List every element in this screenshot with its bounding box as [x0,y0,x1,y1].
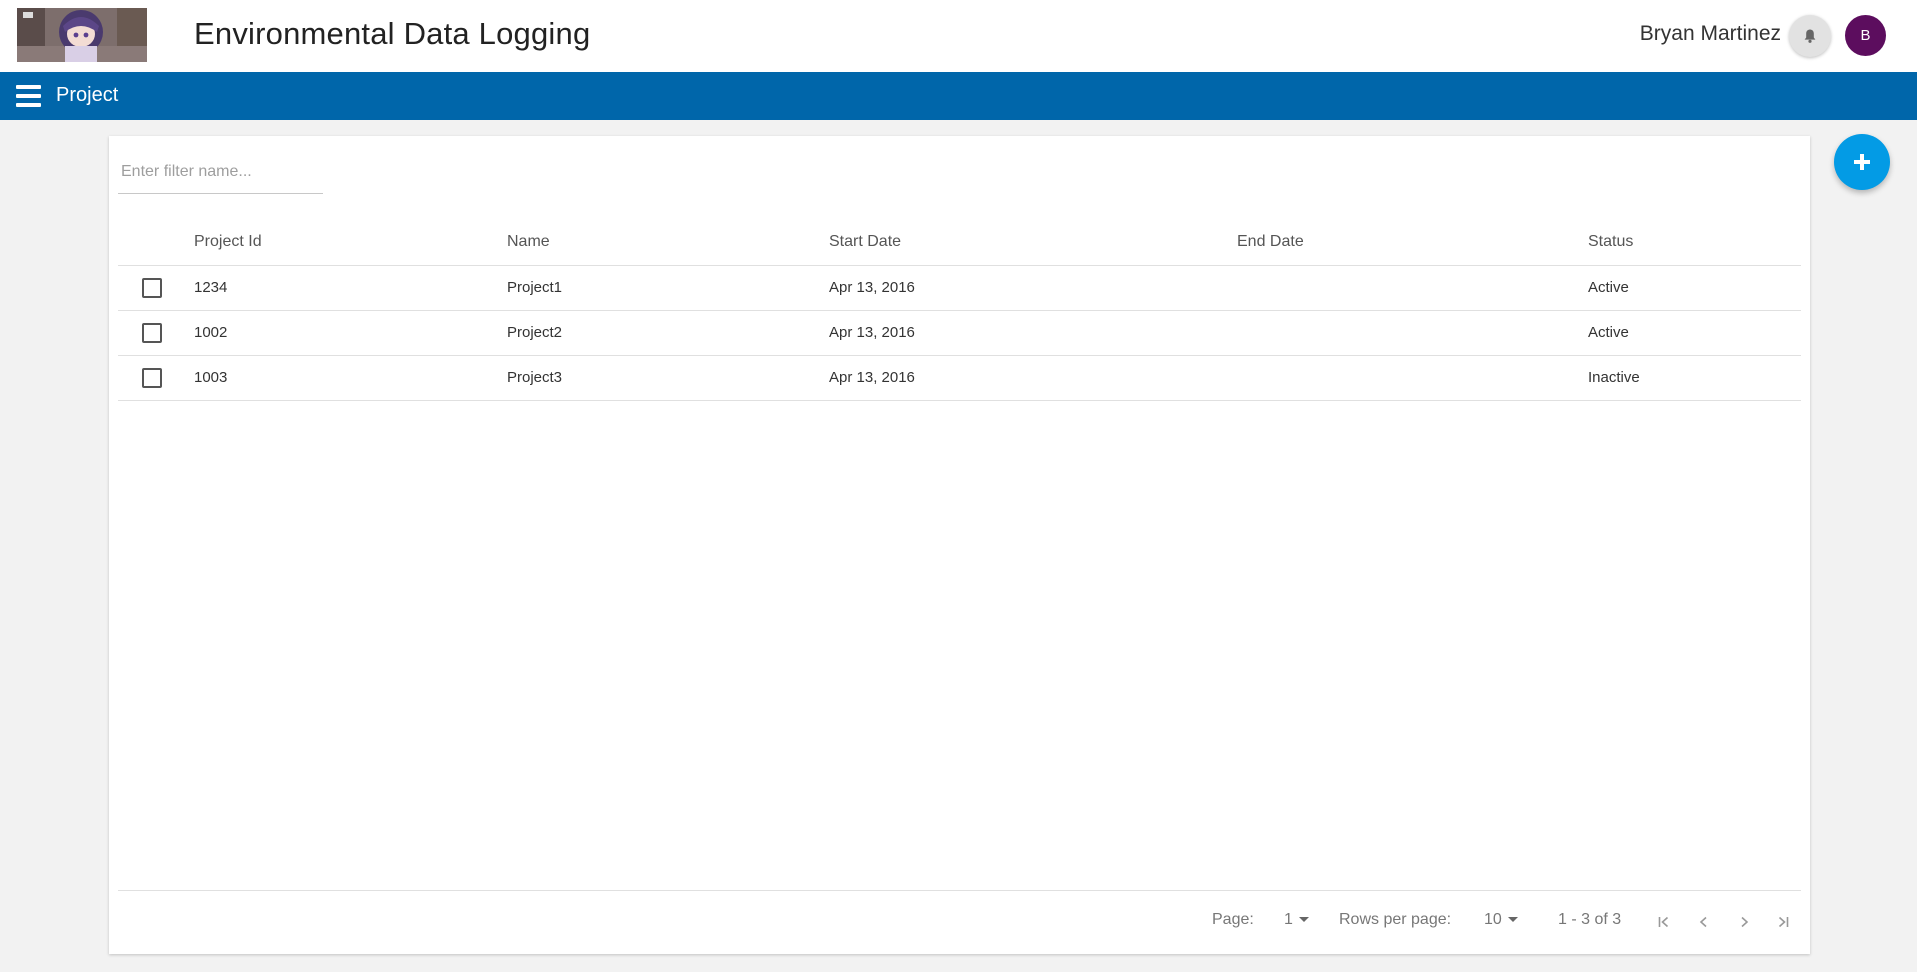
caret-down-icon [1507,917,1518,923]
notifications-button[interactable] [1789,15,1831,57]
app-title: Environmental Data Logging [194,16,591,51]
user-name: Bryan Martinez [1639,22,1781,45]
column-header-end-date[interactable]: End Date [1237,233,1304,251]
cell-project-id: 1002 [194,324,228,341]
table-row[interactable]: 1002 Project2 Apr 13, 2016 Active [118,311,1801,356]
page-select-value: 1 [1284,911,1293,928]
column-header-project-id[interactable]: Project Id [194,233,262,251]
chevron-right-icon [1741,916,1749,928]
column-header-name[interactable]: Name [507,233,550,251]
last-page-icon [1778,916,1789,928]
column-header-status[interactable]: Status [1588,233,1633,251]
row-checkbox[interactable] [142,278,162,298]
cell-name: Project3 [507,369,563,386]
rows-per-page-label: Rows per page: [1339,911,1452,928]
chevron-left-icon [1699,916,1707,928]
cell-status: Inactive [1588,369,1640,386]
projects-card: Project Id Name Start Date End Date Stat… [109,136,1810,954]
cell-start-date: Apr 13, 2016 [829,369,915,386]
top-header: Environmental Data Logging Bryan Martine… [0,0,1917,72]
row-checkbox[interactable] [142,368,162,388]
rows-per-page-select[interactable]: 10 [1484,911,1518,929]
range-text: 1 - 3 of 3 [1558,911,1622,928]
first-page-button[interactable] [1651,909,1677,935]
avatar[interactable]: B [1845,15,1886,56]
caret-down-icon [1298,917,1309,923]
table-header: Project Id Name Start Date End Date Stat… [118,220,1801,266]
table-pagination: Page: 1 Rows per page: 10 1 - 3 of 3 [118,890,1801,954]
cell-start-date: Apr 13, 2016 [829,279,915,296]
last-page-button[interactable] [1770,909,1796,935]
navigation-bar: Project [0,72,1917,120]
plus-icon [1854,154,1870,170]
next-page-button[interactable] [1731,909,1757,935]
cell-status: Active [1588,324,1629,341]
hamburger-menu-icon[interactable] [16,85,41,107]
cell-status: Active [1588,279,1629,296]
rows-per-page-value: 10 [1484,911,1502,928]
cell-project-id: 1234 [194,279,228,296]
add-project-button[interactable] [1834,134,1890,190]
row-checkbox[interactable] [142,323,162,343]
filter-input[interactable] [118,150,323,194]
page-label: Page: [1212,911,1254,928]
column-header-start-date[interactable]: Start Date [829,233,901,251]
table-row[interactable]: 1003 Project3 Apr 13, 2016 Inactive [118,356,1801,401]
cell-start-date: Apr 13, 2016 [829,324,915,341]
cell-project-id: 1003 [194,369,228,386]
cell-name: Project1 [507,279,563,296]
first-page-icon [1658,916,1669,928]
previous-page-button[interactable] [1691,909,1717,935]
bell-icon [1804,29,1816,43]
page-title: Project [56,84,119,106]
page-select[interactable]: 1 [1284,911,1309,929]
app-logo[interactable] [17,8,147,62]
table-row[interactable]: 1234 Project1 Apr 13, 2016 Active [118,266,1801,311]
cell-name: Project2 [507,324,563,341]
